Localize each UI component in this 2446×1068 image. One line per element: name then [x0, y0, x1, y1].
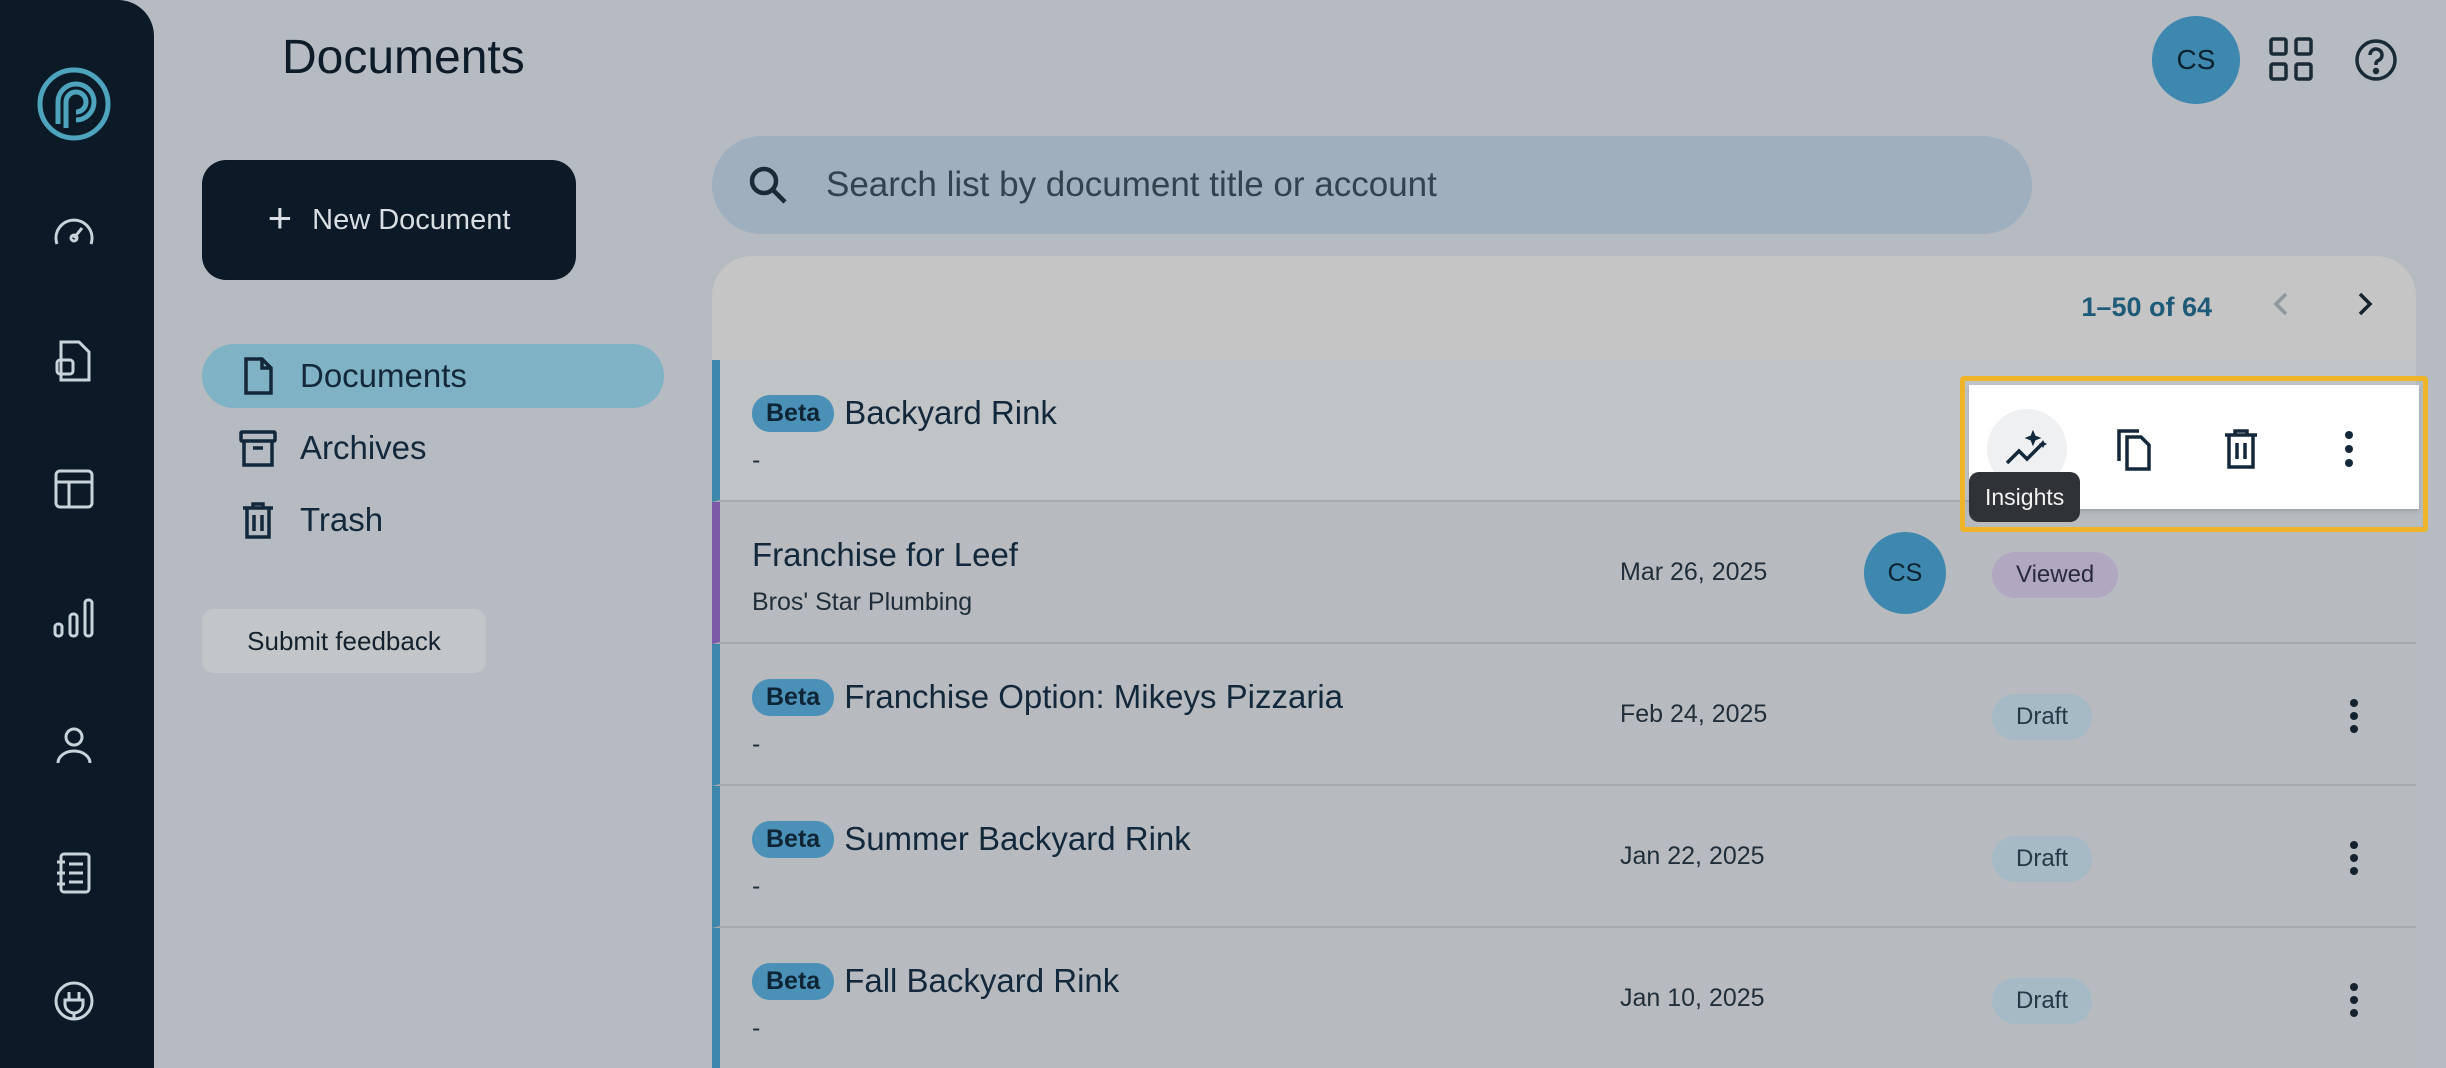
side-item-archives[interactable]: Archives	[202, 416, 664, 480]
status-badge: Viewed	[1992, 552, 2119, 598]
side-item-documents[interactable]: Documents	[202, 344, 664, 408]
help-icon[interactable]	[2352, 36, 2400, 84]
more-vert-icon[interactable]	[2332, 836, 2376, 880]
search-icon	[749, 166, 787, 204]
table-row[interactable]: Beta Fall Backyard Rink - Jan 10, 2025 D…	[712, 928, 2416, 1068]
document-icon	[244, 357, 273, 395]
document-title[interactable]: Franchise for Leef	[752, 536, 1018, 574]
document-account: -	[752, 730, 761, 758]
beta-badge: Beta	[752, 678, 835, 716]
pagination-range: 1–50 of 64	[2081, 292, 2212, 322]
more-vert-icon	[2345, 431, 2353, 467]
new-document-button[interactable]: + New Document	[202, 160, 576, 280]
trash-icon	[243, 502, 273, 539]
insights-icon	[2005, 429, 2048, 465]
document-account: -	[752, 1014, 761, 1042]
document-title[interactable]: Fall Backyard Rink	[844, 962, 1119, 1000]
user-avatar[interactable]: CS	[2152, 16, 2240, 104]
document-account: Bros' Star Plumbing	[752, 588, 973, 616]
status-badge: Draft	[1992, 694, 2093, 740]
more-options-button[interactable]	[2309, 409, 2389, 489]
copy-icon	[2117, 429, 2151, 471]
owner-avatar: CS	[1864, 532, 1946, 614]
catalog-icon[interactable]	[49, 848, 99, 898]
page-title: Documents	[282, 31, 525, 84]
delete-icon	[2225, 429, 2257, 469]
app-rail	[0, 0, 154, 1068]
document-account: -	[752, 872, 761, 900]
beta-badge: Beta	[752, 820, 835, 858]
insights-tooltip: Insights	[1969, 472, 2081, 522]
archive-icon	[239, 430, 277, 467]
document-title[interactable]: Franchise Option: Mikeys Pizzaria	[844, 678, 1343, 716]
table-row[interactable]: Beta Franchise Option: Mikeys Pizzaria -…	[712, 644, 2416, 786]
side-item-label: Trash	[300, 501, 384, 538]
beta-badge: Beta	[752, 394, 835, 432]
search-input[interactable]	[826, 165, 1926, 205]
table-row[interactable]: Beta Summer Backyard Rink - Jan 22, 2025…	[712, 786, 2416, 928]
document-date: Jan 10, 2025	[1620, 984, 1765, 1012]
document-date: Feb 24, 2025	[1620, 700, 1768, 728]
chevron-right-icon[interactable]	[2344, 284, 2384, 324]
status-badge: Draft	[1992, 978, 2093, 1024]
analytics-icon[interactable]	[49, 592, 99, 642]
side-item-label: Archives	[300, 429, 427, 466]
apps-grid-icon[interactable]	[2268, 36, 2314, 82]
delete-button[interactable]	[2201, 409, 2281, 489]
dashboard-icon[interactable]	[49, 206, 99, 256]
plus-icon: +	[267, 194, 293, 241]
integrations-icon[interactable]	[49, 976, 99, 1026]
search-bar	[712, 136, 2032, 234]
document-title[interactable]: Summer Backyard Rink	[844, 820, 1191, 858]
app-logo-icon[interactable]	[36, 66, 112, 142]
more-vert-icon[interactable]	[2332, 978, 2376, 1022]
document-account: -	[752, 446, 761, 474]
new-document-label: New Document	[312, 203, 511, 236]
status-badge: Draft	[1992, 836, 2093, 882]
more-vert-icon[interactable]	[2332, 694, 2376, 738]
document-date: Jan 22, 2025	[1620, 842, 1765, 870]
table-icon[interactable]	[49, 464, 99, 514]
documents-icon[interactable]	[49, 336, 99, 386]
submit-feedback-button[interactable]: Submit feedback	[202, 609, 486, 673]
document-title[interactable]: Backyard Rink	[844, 394, 1057, 432]
side-item-trash[interactable]: Trash	[202, 488, 664, 552]
document-date: Mar 26, 2025	[1620, 558, 1768, 586]
beta-badge: Beta	[752, 962, 835, 1000]
side-item-label: Documents	[300, 357, 467, 394]
user-icon[interactable]	[49, 720, 99, 770]
copy-button[interactable]	[2093, 409, 2173, 489]
chevron-left-icon[interactable]	[2262, 284, 2302, 324]
